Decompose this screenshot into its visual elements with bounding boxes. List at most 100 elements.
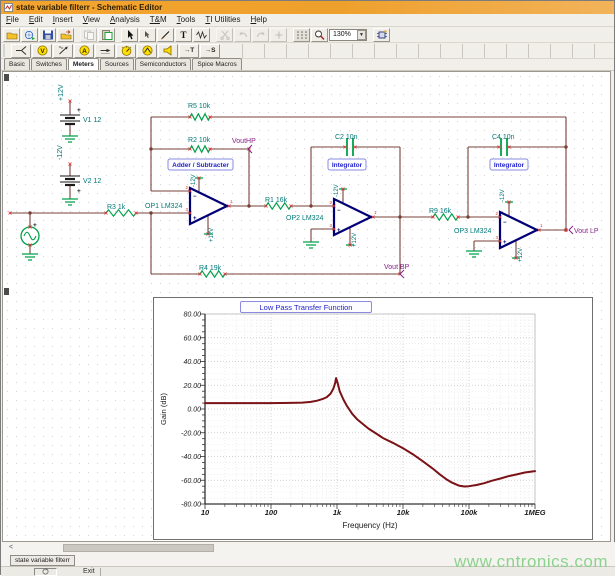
cut-button[interactable] [216,28,233,42]
menu-help[interactable]: Help [245,14,271,26]
scroll-left-arrow-icon[interactable]: < [5,542,17,554]
svg-text:+: + [193,216,197,222]
svg-text:+12V: +12V [58,84,65,101]
component-tabs: BasicSwitchesMetersSourcesSemiconductors… [1,59,614,71]
toolbar-separator [75,28,79,42]
tab-spice-macros[interactable]: Spice Macros [192,58,241,70]
voltage-pin-tool[interactable] [11,44,31,58]
transfer-function-window[interactable]: 80.0060.0040.0020.000.00-20.00-40.00-60.… [153,297,593,540]
svg-text:+12V: +12V [518,248,524,262]
menu-tools[interactable]: Tools [172,14,201,26]
svg-text:10k: 10k [397,508,410,517]
add-button[interactable] [270,28,287,42]
tab-sources[interactable]: Sources [100,58,134,70]
svg-text:40.00: 40.00 [183,359,201,366]
current-arrow-tool[interactable] [95,44,115,58]
svg-text:C4 10n: C4 10n [492,134,515,141]
svg-text:R9 16k: R9 16k [429,208,452,215]
last-component-button[interactable] [139,28,156,42]
gain-curve [205,378,535,486]
component-tool-button[interactable] [193,28,210,42]
svg-text:2: 2 [329,200,332,205]
voltage-arrow-tool[interactable] [53,44,73,58]
svg-text:−: − [193,194,197,200]
menu-analysis[interactable]: Analysis [105,14,145,26]
toolbar-separator [288,28,292,42]
svg-text:+: + [77,188,81,195]
svg-text:3: 3 [329,223,332,228]
open-web-button[interactable] [21,28,38,42]
menu-ti-utilities[interactable]: TI Utilities [200,14,245,26]
svg-text:-20.00: -20.00 [181,430,201,437]
svg-text:Adder / Subtracter: Adder / Subtracter [172,162,229,169]
menu-edit[interactable]: Edit [24,14,48,26]
tab-meters[interactable]: Meters [68,58,99,70]
paste-button[interactable] [98,28,115,42]
copy-button[interactable] [80,28,97,42]
svg-text:Vout BP: Vout BP [384,264,410,271]
tab-basic[interactable]: Basic [4,58,30,70]
text-tool-glyph: T [180,30,186,40]
menu-t-m[interactable]: T&M [145,14,172,26]
grid-toggle-button[interactable] [293,28,310,42]
ohmmeter-tool[interactable] [137,44,157,58]
svg-text:+12V: +12V [352,233,358,247]
svg-text:Integrator: Integrator [332,162,363,169]
redo-button[interactable] [252,28,269,42]
to-t-glyph: →T [184,47,194,54]
draw-wire-button[interactable] [157,28,174,42]
svg-text:R3 1k: R3 1k [107,204,126,211]
title-bar[interactable]: state variable filterr - Schematic Edito… [1,1,614,14]
toolbar-grip[interactable] [3,44,8,57]
svg-text:1: 1 [374,210,377,215]
speaker-tool[interactable] [158,44,178,58]
svg-text:+: + [503,240,507,246]
scrollbar-thumb[interactable] [63,544,214,552]
pin-connections-button[interactable] [373,28,390,42]
svg-text:+: + [337,228,341,234]
voltmeter-tool[interactable]: V [32,44,52,58]
menu-insert[interactable]: Insert [48,14,78,26]
svg-text:-12V: -12V [57,145,64,160]
tab-semiconductors[interactable]: Semiconductors [135,58,192,70]
status-exit-label: Exit [83,568,95,575]
svg-text:+: + [33,222,37,229]
svg-text:100k: 100k [461,508,479,517]
zoom-tool-button[interactable] [311,28,328,42]
chevron-down-icon[interactable]: ▼ [357,30,366,40]
ammeter-tool[interactable]: A [74,44,94,58]
app-icon [4,3,13,12]
schematic-editor-window: state variable filterr - Schematic Edito… [0,0,615,575]
save-button[interactable] [39,28,56,42]
svg-text:10: 10 [201,508,210,517]
multimeter-tool[interactable] [116,44,136,58]
sheet-tab[interactable]: state variable filterr [10,555,75,566]
toolbar-empty-slots [221,44,614,58]
open-file-button[interactable] [3,28,20,42]
toolbar-separator [211,28,215,42]
chart-title-box: Low Pass Transfer Function [240,301,372,313]
zoom-level-value: 130% [333,31,351,38]
schematic-canvas[interactable]: −+−+−+R5 10kR2 10kR3 1kR4 19kR1 16kR9 16… [2,71,611,542]
zoom-level-select[interactable]: 130% ▼ [329,29,367,41]
svg-text:1MEG: 1MEG [524,508,545,517]
select-cursor-button[interactable] [121,28,138,42]
svg-text:−: − [503,220,507,226]
menu-file[interactable]: File [1,14,24,26]
svg-text:R2 10k: R2 10k [188,137,211,144]
svg-text:OP3 LM324: OP3 LM324 [454,228,491,235]
menu-view[interactable]: View [78,14,105,26]
bode-plot: 80.0060.0040.0020.000.00-20.00-40.00-60.… [154,298,592,539]
send-to-s-tool[interactable]: →S [200,44,220,58]
svg-text:Vout LP: Vout LP [574,228,599,235]
send-to-t-tool[interactable]: →T [179,44,199,58]
export-folder-button[interactable] [57,28,74,42]
tab-switches[interactable]: Switches [31,58,67,70]
undo-button[interactable] [234,28,251,42]
text-tool-button[interactable]: T [175,28,192,42]
svg-text:V2 12: V2 12 [83,178,101,185]
svg-text:-12V: -12V [334,184,340,197]
svg-text:-80.00: -80.00 [181,502,201,509]
svg-text:OP2 LM324: OP2 LM324 [286,215,323,222]
svg-text:20.00: 20.00 [182,383,201,390]
